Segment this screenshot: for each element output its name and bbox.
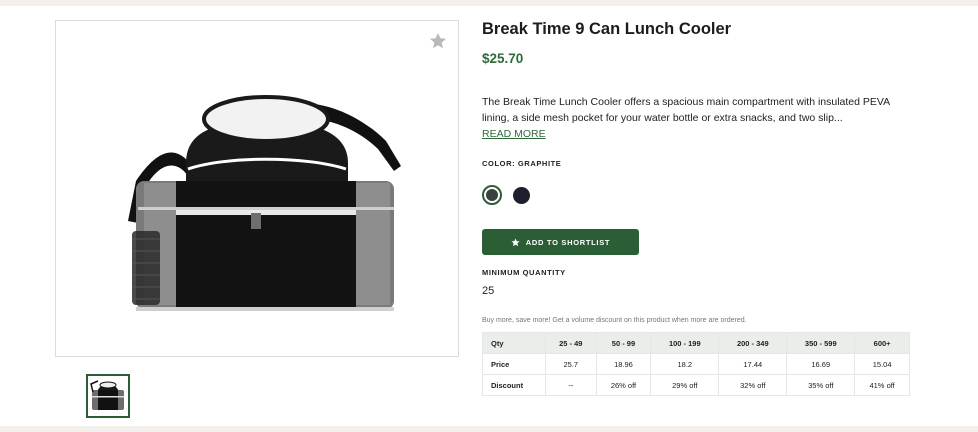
- table-cell: 18.96: [595, 353, 652, 375]
- header-cell: 350 - 599: [786, 332, 856, 354]
- pricing-header-row: Qty 25 - 49 50 - 99 100 - 199 200 - 349 …: [482, 332, 910, 354]
- table-cell: --: [545, 374, 597, 396]
- table-cell: 26% off: [595, 374, 652, 396]
- table-cell: 16.69: [786, 353, 856, 375]
- cooler-thumbnail-image: [90, 380, 124, 410]
- shortlist-label: ADD TO SHORTLIST: [525, 237, 611, 247]
- swatch-navy[interactable]: [513, 186, 530, 204]
- color-swatches: [482, 185, 530, 205]
- header-cell: Qty: [482, 332, 546, 354]
- minimum-quantity-label: MINIMUM QUANTITY: [482, 268, 566, 277]
- pricing-table: Qty 25 - 49 50 - 99 100 - 199 200 - 349 …: [482, 332, 910, 396]
- table-cell: 41% off: [854, 374, 910, 396]
- star-icon: [511, 237, 520, 246]
- table-row: Price 25.7 18.96 18.2 17.44 16.69 15.04: [482, 353, 910, 375]
- minimum-quantity-value: 25: [482, 285, 495, 297]
- swatch-graphite[interactable]: [482, 185, 502, 205]
- table-cell: Price: [482, 353, 546, 375]
- table-cell: 32% off: [718, 374, 788, 396]
- header-cell: 50 - 99: [595, 332, 652, 354]
- table-row: Discount -- 26% off 29% off 32% off 35% …: [482, 374, 910, 396]
- product-description: The Break Time Lunch Cooler offers a spa…: [482, 94, 912, 142]
- table-cell: 17.44: [718, 353, 788, 375]
- product-title: Break Time 9 Can Lunch Cooler: [482, 20, 732, 38]
- product-main-image: [55, 20, 459, 357]
- table-cell: 15.04: [854, 353, 910, 375]
- table-cell: Discount: [482, 374, 546, 396]
- header-cell: 25 - 49: [545, 332, 597, 354]
- table-cell: 35% off: [786, 374, 856, 396]
- volume-discount-note: Buy more, save more! Get a volume discou…: [482, 317, 747, 324]
- product-page: Break Time 9 Can Lunch Cooler $25.70 The…: [0, 6, 978, 426]
- cooler-bag-image: [128, 95, 401, 311]
- table-cell: 18.2: [650, 353, 720, 375]
- read-more-link[interactable]: READ MORE: [482, 126, 912, 142]
- table-cell: 25.7: [545, 353, 597, 375]
- product-price: $25.70: [482, 51, 524, 66]
- table-cell: 29% off: [650, 374, 720, 396]
- description-text: The Break Time Lunch Cooler offers a spa…: [482, 96, 890, 124]
- header-cell: 200 - 349: [718, 332, 788, 354]
- header-cell: 600+: [854, 332, 910, 354]
- color-label: COLOR: GRAPHITE: [482, 159, 562, 168]
- favorite-star-icon[interactable]: [428, 31, 448, 51]
- header-cell: 100 - 199: [650, 332, 720, 354]
- add-to-shortlist-button[interactable]: ADD TO SHORTLIST: [482, 229, 639, 255]
- product-thumbnail[interactable]: [86, 374, 130, 418]
